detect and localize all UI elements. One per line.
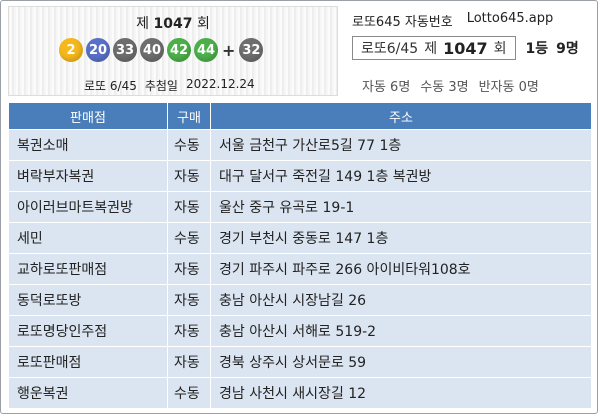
shop-name: 세민 — [8, 222, 168, 254]
number-ball: 44 — [194, 38, 218, 62]
purchase-breakdown: 자동 6명 수동 3명 반자동 0명 — [362, 76, 539, 95]
shop-address: 대구 달서구 죽전길 149 1층 복권방 — [210, 160, 592, 192]
game-name: 로또 6/45 — [84, 79, 137, 93]
round-number: 1047 — [153, 16, 193, 32]
shop-name: 교하로또판매점 — [8, 253, 168, 285]
shop-name: 로또명당인주점 — [8, 315, 168, 347]
purchase-type: 자동 — [167, 160, 211, 192]
draw-date: 2022.12.24 — [185, 77, 255, 91]
purchase-type: 수동 — [167, 377, 211, 409]
purchase-type: 자동 — [167, 346, 211, 378]
semi-auto-count: 반자동 0명 — [478, 80, 539, 95]
round-selector[interactable]: 로또6/45 제 1047 회 — [352, 36, 516, 60]
shop-address: 서울 금천구 가산로5길 77 1층 — [210, 129, 592, 161]
round-prefix: 제 — [136, 16, 150, 32]
table-row[interactable]: 복권소매 수동 서울 금천구 가산로5길 77 1층 — [8, 129, 592, 161]
table-row[interactable]: 세민 수동 경기 부천시 중동로 147 1층 — [8, 222, 592, 254]
summary-game: 로또6/45 — [361, 41, 419, 57]
winning-numbers: 2 20 33 40 42 44 + 32 — [59, 38, 266, 62]
draw-date-label: 추첨일 — [144, 79, 178, 93]
round-suffix: 회 — [196, 16, 210, 32]
summary-round: 1047 — [443, 38, 488, 58]
number-ball: 20 — [86, 38, 110, 62]
purchase-type: 자동 — [167, 284, 211, 316]
summary-suffix: 회 — [493, 41, 507, 57]
plus-sign: + — [222, 40, 236, 60]
shop-address: 경기 파주시 파주로 266 아이비타워108호 — [210, 253, 592, 285]
table-row[interactable]: 교하로또판매점 자동 경기 파주시 파주로 266 아이비타워108호 — [8, 253, 592, 285]
column-header-purchase: 구매 — [167, 102, 211, 130]
auto-count: 자동 6명 — [362, 80, 411, 95]
shop-address: 경북 상주시 상서문로 59 — [210, 346, 592, 378]
column-header-shop: 판매점 — [8, 102, 168, 130]
rank-summary: 로또6/45 제 1047 회 1등 9명 — [352, 36, 579, 60]
shop-name: 동덕로또방 — [8, 284, 168, 316]
shop-name: 로또판매점 — [8, 346, 168, 378]
number-ball: 42 — [167, 38, 191, 62]
purchase-type: 자동 — [167, 191, 211, 223]
table-header-row: 판매점 구매 주소 — [8, 102, 592, 130]
column-header-address: 주소 — [210, 102, 592, 130]
app-domain[interactable]: Lotto645.app — [467, 11, 554, 30]
shop-address: 충남 아산시 시장남길 26 — [210, 284, 592, 316]
shop-address: 충남 아산시 서해로 519-2 — [210, 315, 592, 347]
table-row[interactable]: 행운복권 수동 경남 사천시 새시장길 12 — [8, 377, 592, 409]
purchase-type: 자동 — [167, 315, 211, 347]
winner-count: 9명 — [556, 41, 579, 57]
shop-name: 아이러브마트복권방 — [8, 191, 168, 223]
draw-result-panel: 제 1047 회 2 20 33 40 42 44 + 32 로또 6/45 추… — [8, 6, 338, 96]
table-row[interactable]: 아이러브마트복권방 자동 울산 중구 유곡로 19-1 — [8, 191, 592, 223]
app-header: 로또645 자동번호 Lotto645.app — [352, 11, 553, 30]
shop-address: 경남 사천시 새시장길 12 — [210, 377, 592, 409]
summary-prefix: 제 — [424, 41, 438, 57]
app-name: 로또645 자동번호 — [352, 15, 453, 30]
table-row[interactable]: 동덕로또방 자동 충남 아산시 시장남길 26 — [8, 284, 592, 316]
number-ball: 2 — [59, 38, 83, 62]
shop-address: 울산 중구 유곡로 19-1 — [210, 191, 592, 223]
purchase-type: 자동 — [167, 253, 211, 285]
winning-shops-table: 판매점 구매 주소 복권소매 수동 서울 금천구 가산로5길 77 1층 벼락부… — [8, 102, 592, 409]
table-row[interactable]: 벼락부자복권 자동 대구 달서구 죽전길 149 1층 복권방 — [8, 160, 592, 192]
number-ball: 33 — [113, 38, 137, 62]
manual-count: 수동 3명 — [420, 80, 469, 95]
rank-label: 1등 — [525, 41, 549, 57]
table-row[interactable]: 로또명당인주점 자동 충남 아산시 서해로 519-2 — [8, 315, 592, 347]
shop-name: 복권소매 — [8, 129, 168, 161]
purchase-type: 수동 — [167, 129, 211, 161]
purchase-type: 수동 — [167, 222, 211, 254]
shop-name: 행운복권 — [8, 377, 168, 409]
bonus-ball: 32 — [239, 38, 264, 62]
shop-name: 벼락부자복권 — [8, 160, 168, 192]
table-row[interactable]: 로또판매점 자동 경북 상주시 상서문로 59 — [8, 346, 592, 378]
first-prize-winners: 1등 9명 — [526, 38, 579, 58]
shop-address: 경기 부천시 중동로 147 1층 — [210, 222, 592, 254]
draw-meta: 로또 6/45 추첨일 2022.12.24 — [84, 77, 255, 94]
number-ball: 40 — [140, 38, 164, 62]
draw-round-title: 제 1047 회 — [9, 13, 337, 33]
